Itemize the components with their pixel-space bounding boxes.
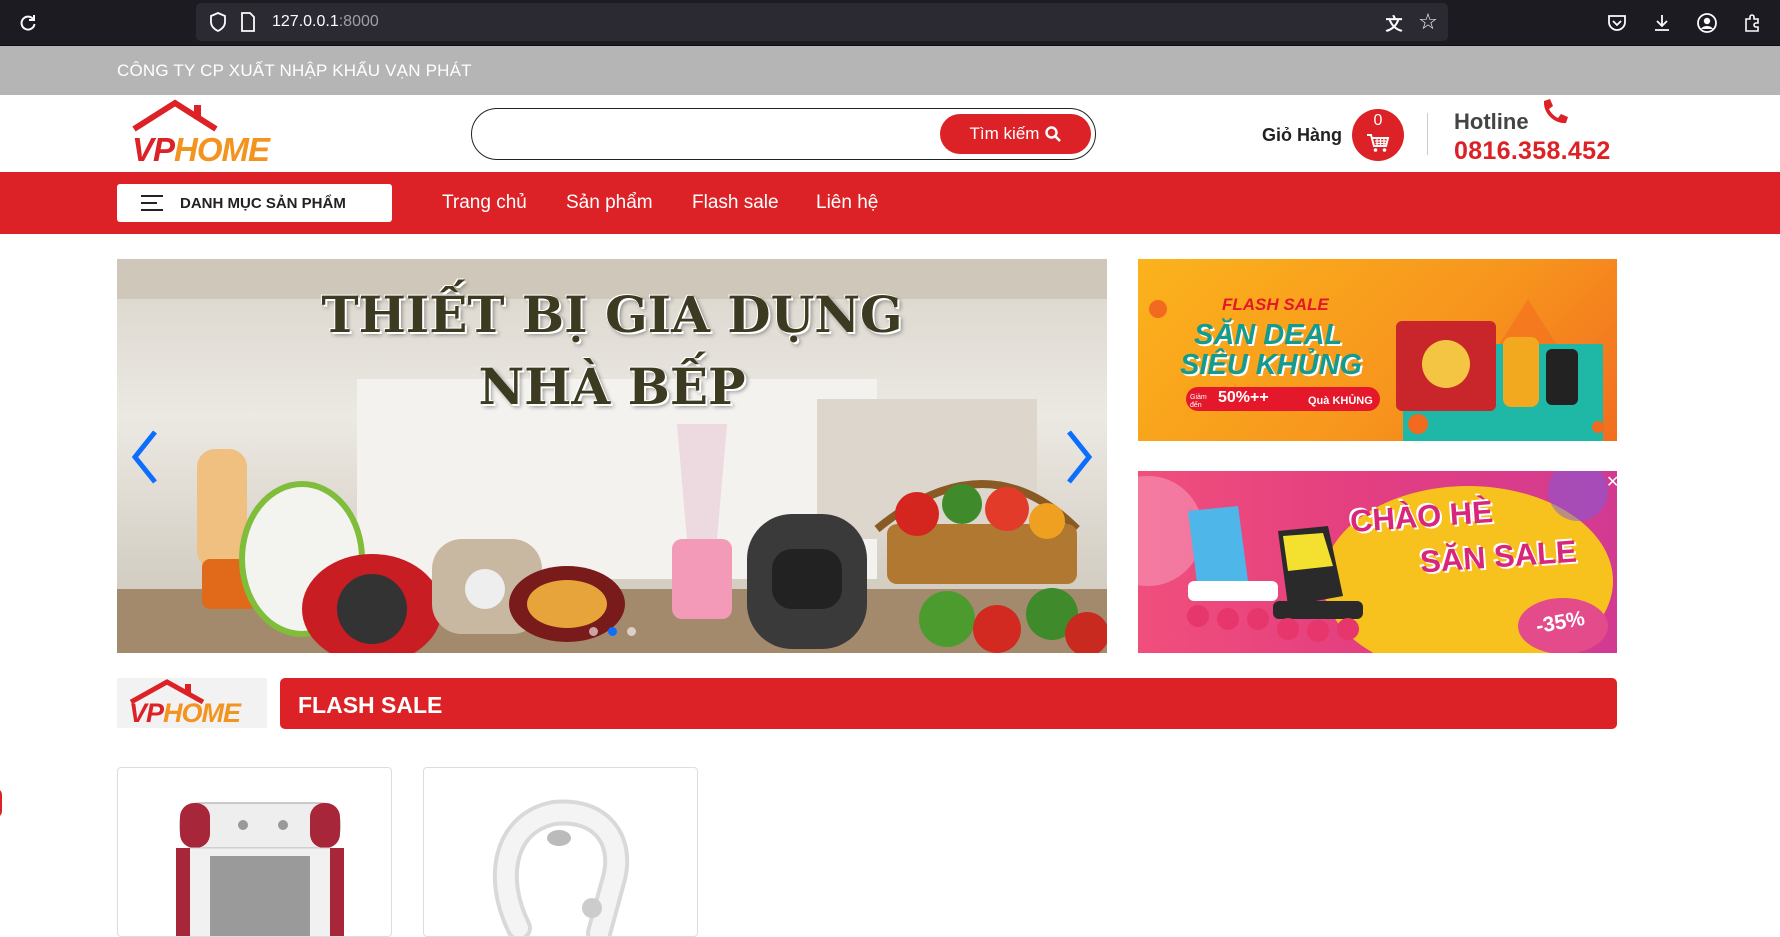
slider-dot[interactable] <box>626 627 636 636</box>
nav-link-contact[interactable]: Liên hệ <box>816 192 878 214</box>
search-button-label: Tìm kiếm <box>969 124 1040 143</box>
page-info-icon[interactable] <box>234 8 262 36</box>
star-icon[interactable]: ☆ <box>1414 8 1442 36</box>
flash-sale-logo: VPHOME <box>117 678 267 728</box>
chevron-right-icon[interactable] <box>1059 427 1099 487</box>
search-input[interactable] <box>488 117 928 151</box>
extensions-icon[interactable] <box>1738 9 1766 37</box>
shield-icon[interactable] <box>204 8 232 36</box>
flash-sale-line2: SIÊU KHỦNG <box>1180 349 1363 381</box>
flash-sale-tag: FLASH SALE <box>1222 295 1329 314</box>
hero-title-line2: NHÀ BẾP <box>478 357 746 416</box>
logo-wordmark: VPHOME <box>132 131 270 168</box>
cart-icon <box>1367 134 1390 152</box>
site-header: VPHOME Tìm kiếm Giỏ Hàng 0 Hotline 0816.… <box>0 95 1780 172</box>
product-card[interactable] <box>423 767 698 937</box>
neck-massager-image <box>492 799 630 936</box>
download-icon[interactable] <box>1648 9 1676 37</box>
slider-dots <box>117 627 1107 636</box>
hero-slider[interactable]: THIẾT BỊ GIA DỤNG NHÀ BẾP <box>117 259 1107 653</box>
site-logo[interactable]: VPHOME <box>130 99 298 168</box>
category-menu-label: DANH MỤC SẢN PHẨM <box>180 194 346 212</box>
floating-contact-tab[interactable] <box>0 788 2 818</box>
search-button[interactable]: Tìm kiếm <box>940 114 1091 154</box>
search-icon <box>1045 126 1062 142</box>
pocket-icon[interactable] <box>1603 9 1631 37</box>
phone-icon <box>1543 99 1568 124</box>
company-bar: CÔNG TY CP XUẤT NHẬP KHẨU VẠN PHÁT <box>0 46 1780 95</box>
reload-icon[interactable] <box>14 9 42 37</box>
account-icon[interactable] <box>1693 9 1721 37</box>
menu-icon <box>141 195 163 211</box>
cart-count: 0 <box>1373 112 1383 129</box>
company-name: CÔNG TY CP XUẤT NHẬP KHẨU VẠN PHÁT <box>117 61 472 80</box>
nav-link-products[interactable]: Sản phẩm <box>566 192 653 214</box>
flash-sale-line1: SĂN DEAL <box>1194 319 1343 351</box>
header-divider <box>1427 113 1428 155</box>
cart-button[interactable]: 0 <box>1352 109 1404 161</box>
flash-sale-pill-prefix: Giảm đến <box>1190 394 1207 409</box>
search-bar: Tìm kiếm <box>471 108 1096 160</box>
hotline-label: Hotline <box>1454 109 1529 134</box>
slider-dot-active[interactable] <box>607 627 617 636</box>
flash-sale-header: FLASH SALE <box>280 678 1617 729</box>
category-menu-button[interactable]: DANH MỤC SẢN PHẨM <box>117 184 392 222</box>
flash-sale-banner[interactable]: FLASH SALE SĂN DEAL SIÊU KHỦNG Giảm đến … <box>1138 259 1617 441</box>
browser-toolbar: 127.0.0.1:8000 文 ☆ <box>0 0 1780 46</box>
product-card[interactable] <box>117 767 392 937</box>
nav-link-home[interactable]: Trang chủ <box>442 192 527 214</box>
hero-title-line1: THIẾT BỊ GIA DỤNG <box>321 285 903 344</box>
address-bar[interactable]: 127.0.0.1:8000 文 ☆ <box>196 3 1448 41</box>
svg-text:✕: ✕ <box>1606 472 1617 491</box>
flash-sale-pill-discount: 50%++ <box>1218 389 1269 406</box>
translate-icon[interactable]: 文 <box>1380 8 1408 36</box>
slider-dot[interactable] <box>588 627 598 636</box>
main-nav: DANH MỤC SẢN PHẨM Trang chủ Sản phẩm Fla… <box>0 172 1780 234</box>
massage-chair-image <box>176 802 344 936</box>
flash-sale-pill-gift: Quà KHỦNG <box>1308 395 1373 407</box>
flash-sale-logo-wordmark: VPHOME <box>129 698 241 728</box>
url-text[interactable]: 127.0.0.1:8000 <box>272 13 379 31</box>
nav-link-flash-sale[interactable]: Flash sale <box>692 192 779 214</box>
chevron-left-icon[interactable] <box>125 427 165 487</box>
flash-sale-title: FLASH SALE <box>298 692 443 718</box>
cart-label[interactable]: Giỏ Hàng <box>1262 125 1342 146</box>
hotline-number[interactable]: 0816.358.452 <box>1454 137 1611 166</box>
summer-sale-banner[interactable]: ✕ CHÀO HÈ SĂN SALE -35% <box>1138 471 1617 653</box>
